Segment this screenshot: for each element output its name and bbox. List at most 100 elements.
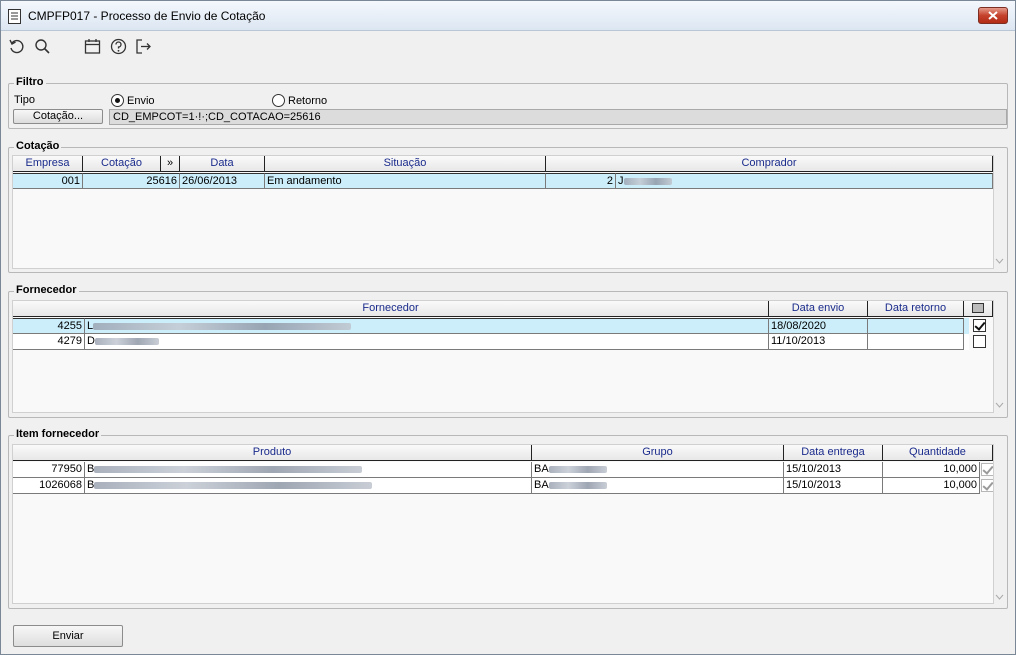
cell-fornecedor-code: 4279 (13, 334, 85, 350)
redacted-text (93, 322, 352, 330)
cell-fornecedor-name: L (85, 318, 769, 334)
cotacao-group: Cotação Empresa Cotação » Data Situação … (8, 140, 1008, 273)
item-fornecedor-grid-header: Produto Grupo Data entrega Quantidade (13, 445, 993, 461)
cell-produto-code: 1026068 (13, 478, 85, 494)
col-data[interactable]: Data (180, 156, 265, 172)
redacted-text (623, 177, 672, 185)
table-row[interactable]: 001 25616 26/06/2013 Em andamento 2 J (13, 173, 993, 189)
comprador-name: J (618, 175, 624, 187)
scroll-down-icon[interactable] (995, 402, 1004, 408)
col-comprador[interactable]: Comprador (546, 156, 993, 172)
table-row[interactable]: 4279 D 11/10/2013 (13, 334, 969, 350)
scroll-down-icon[interactable] (995, 594, 1004, 600)
window-title: CMPFP017 - Processo de Envio de Cotação (28, 9, 266, 23)
toolbar (1, 31, 1015, 61)
radio-envio-label[interactable]: Envio (127, 95, 155, 107)
fornecedor-group: Fornecedor Fornecedor Data envio Data re… (8, 284, 1008, 418)
send-button[interactable]: Enviar (13, 625, 123, 647)
cotacao-grid: Empresa Cotação » Data Situação Comprado… (12, 155, 994, 269)
cotacao-button[interactable]: Cotação... (13, 109, 103, 124)
col-fornecedor[interactable]: Fornecedor (13, 301, 769, 317)
fornecedor-checkbox[interactable] (973, 319, 986, 332)
cell-data-retorno (868, 318, 964, 334)
table-row[interactable]: 1026068 B BA 15/10/2013 10,000 (13, 478, 980, 494)
redacted-text (548, 465, 607, 473)
cell-comprador-code: 2 (546, 173, 616, 189)
cell-fornecedor-name: D (85, 334, 769, 350)
cotacao-grid-header: Empresa Cotação » Data Situação Comprado… (13, 156, 993, 172)
filtro-legend: Filtro (14, 76, 46, 88)
cell-fornecedor-code: 4255 (13, 318, 85, 334)
cotacao-legend: Cotação (14, 140, 62, 152)
refresh-icon[interactable] (8, 38, 25, 55)
table-row[interactable]: 77950 B BA 15/10/2013 10,000 (13, 462, 980, 478)
cell-quantidade: 10,000 (883, 478, 980, 494)
cell-data-retorno (868, 334, 964, 350)
cell-data-entrega: 15/10/2013 (784, 462, 883, 478)
cell-produto-name: B (85, 478, 532, 494)
cotacao-button-label: Cotação... (32, 110, 84, 122)
fornecedor-checkbox[interactable] (973, 335, 986, 348)
radio-retorno-label[interactable]: Retorno (288, 95, 327, 107)
cell-grupo: BA (532, 478, 784, 494)
fornecedor-grid: Fornecedor Data envio Data retorno 4255 … (12, 300, 994, 413)
radio-retorno[interactable] (272, 94, 285, 107)
cell-quantidade: 10,000 (883, 462, 980, 478)
cell-situacao: Em andamento (265, 173, 546, 189)
col-cotacao[interactable]: Cotação (83, 156, 161, 172)
col-situacao[interactable]: Situação (265, 156, 546, 172)
close-button[interactable] (978, 7, 1008, 24)
grupo-name: BA (534, 479, 549, 491)
cell-produto-name: B (85, 462, 532, 478)
col-grupo[interactable]: Grupo (532, 445, 784, 461)
item-fornecedor-group: Item fornecedor Produto Grupo Data entre… (8, 428, 1008, 609)
calendar-icon[interactable] (84, 38, 101, 55)
grupo-name: BA (534, 463, 549, 475)
exit-icon[interactable] (135, 38, 152, 55)
scroll-down-icon[interactable] (995, 258, 1004, 264)
item-checkbox (981, 463, 993, 476)
tipo-label: Tipo (14, 94, 35, 106)
filtro-group: Filtro Tipo Envio Retorno Cotação... CD_… (8, 76, 1008, 129)
table-row[interactable]: 4255 L 18/08/2020 (13, 318, 969, 334)
produto-name: B (87, 463, 95, 475)
cell-data: 26/06/2013 (180, 173, 265, 189)
col-produto[interactable]: Produto (13, 445, 532, 461)
cell-empresa: 001 (13, 173, 83, 189)
cell-comprador-name: J (616, 173, 993, 189)
main-window: CMPFP017 - Processo de Envio de Cotação (0, 0, 1016, 655)
item-fornecedor-grid: Produto Grupo Data entrega Quantidade 77… (12, 444, 994, 604)
item-checkbox (981, 479, 993, 492)
title-bar: CMPFP017 - Processo de Envio de Cotação (1, 1, 1015, 31)
col-expand[interactable]: » (161, 156, 180, 172)
search-icon[interactable] (34, 38, 51, 55)
col-empresa[interactable]: Empresa (13, 156, 83, 172)
redacted-text (548, 481, 607, 489)
cell-produto-code: 77950 (13, 462, 85, 478)
cotacao-filter-field: CD_EMPCOT=1·!·;CD_COTACAO=25616 (109, 109, 1007, 125)
item-fornecedor-legend: Item fornecedor (14, 428, 102, 440)
col-select-all[interactable] (964, 301, 993, 317)
col-data-envio[interactable]: Data envio (769, 301, 868, 317)
close-icon (988, 11, 998, 20)
document-icon (8, 9, 21, 24)
cell-grupo: BA (532, 462, 784, 478)
redacted-text (94, 481, 373, 489)
fornecedor-grid-header: Fornecedor Data envio Data retorno (13, 301, 993, 317)
radio-envio[interactable] (111, 94, 124, 107)
send-button-label: Enviar (52, 630, 84, 642)
fornecedor-name: D (87, 335, 95, 347)
col-quantidade[interactable]: Quantidade (883, 445, 993, 461)
produto-name: B (87, 479, 95, 491)
cell-data-envio: 11/10/2013 (769, 334, 868, 350)
help-icon[interactable] (110, 38, 127, 55)
redacted-text (94, 337, 159, 345)
cotacao-filter-value: CD_EMPCOT=1·!·;CD_COTACAO=25616 (113, 111, 321, 123)
cell-cotacao: 25616 (83, 173, 180, 189)
cell-data-envio: 18/08/2020 (769, 318, 868, 334)
select-all-icon (972, 303, 984, 313)
cell-data-entrega: 15/10/2013 (784, 478, 883, 494)
col-data-retorno[interactable]: Data retorno (868, 301, 964, 317)
fornecedor-legend: Fornecedor (14, 284, 79, 296)
col-data-entrega[interactable]: Data entrega (784, 445, 883, 461)
